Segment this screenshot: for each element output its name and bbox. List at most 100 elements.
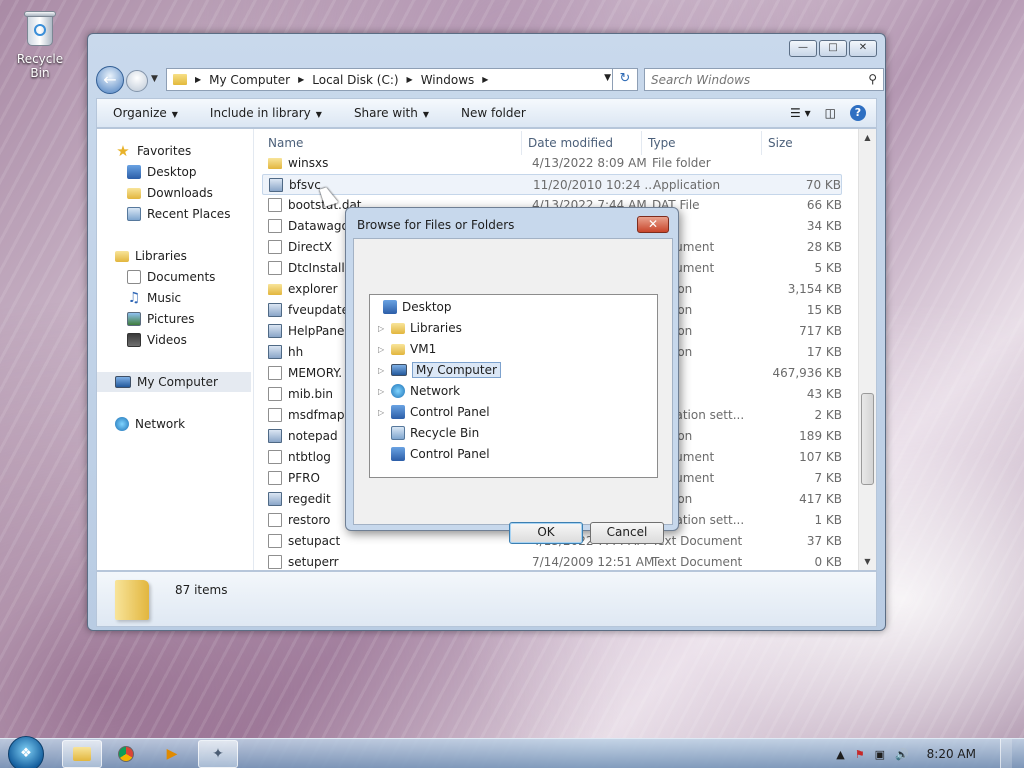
file-icon: [268, 198, 282, 212]
scroll-down-arrow-icon[interactable]: ▼: [859, 553, 876, 570]
search-icon[interactable]: ⚲: [868, 72, 877, 86]
scroll-thumb[interactable]: [861, 393, 874, 485]
nav-libraries[interactable]: Libraries: [115, 246, 187, 266]
folder-icon: [73, 747, 91, 761]
file-icon: [268, 534, 282, 548]
action-center-icon[interactable]: ⚑: [855, 748, 865, 761]
recycle-bin-desktop-icon[interactable]: Recycle Bin: [6, 6, 74, 80]
clock[interactable]: 8:20 AM: [927, 747, 976, 761]
recent-pages-dropdown[interactable]: ▼: [151, 74, 158, 84]
start-button[interactable]: ❖: [8, 736, 44, 768]
file-icon: [268, 240, 282, 254]
expand-arrow-icon[interactable]: ▷: [378, 366, 386, 375]
file-icon: [268, 450, 282, 464]
maximize-button[interactable]: □: [819, 40, 847, 57]
magic-wand-icon: ✦: [212, 746, 224, 762]
nav-videos[interactable]: Videos: [127, 330, 187, 350]
tree-item[interactable]: Recycle Bin: [378, 423, 479, 443]
chevron-right-icon[interactable]: ▶: [195, 75, 201, 84]
tree-item[interactable]: Desktop: [378, 297, 452, 317]
network-icon[interactable]: ▣: [875, 748, 885, 761]
breadcrumb-my-computer[interactable]: My Computer: [209, 73, 290, 87]
taskbar: ❖ ▶ ✦ ▲ ⚑ ▣ 🔊 8:20 AM: [0, 736, 1024, 768]
expand-arrow-icon[interactable]: ▷: [378, 324, 386, 333]
tree-item[interactable]: ▷ Libraries: [378, 318, 462, 338]
address-dropdown-icon[interactable]: ▼: [604, 73, 611, 83]
file-row[interactable]: bfsvc 11/20/2010 10:24 ... Application 70 K…: [262, 174, 842, 195]
tree-item[interactable]: ▷ Control Panel: [378, 402, 490, 422]
file-name: notepad: [288, 429, 338, 443]
column-header-name[interactable]: Name: [262, 131, 522, 155]
tree-item[interactable]: Control Panel: [378, 444, 490, 464]
recent-places-icon: [127, 207, 141, 221]
file-size: 467,936 KB: [772, 366, 842, 380]
change-view-icon[interactable]: ☰ ▾: [790, 106, 811, 120]
expand-arrow-icon[interactable]: ▷: [378, 387, 386, 396]
recycle-bin-icon: [23, 8, 57, 48]
cancel-button[interactable]: Cancel: [590, 522, 664, 544]
taskbar-explorer-button[interactable]: [62, 740, 102, 768]
preview-pane-icon[interactable]: ◫: [825, 106, 836, 120]
nav-label: Recent Places: [147, 207, 231, 221]
search-input[interactable]: [651, 72, 851, 87]
file-size: 1 KB: [814, 513, 842, 527]
file-row[interactable]: setuperr 7/14/2009 12:51 AM Text Document 0…: [262, 552, 842, 573]
breadcrumb-local-disk[interactable]: Local Disk (C:): [312, 73, 398, 87]
tree-item-icon: [391, 384, 405, 398]
dialog-close-button[interactable]: ✕: [637, 216, 669, 233]
vertical-scrollbar[interactable]: ▲ ▼: [858, 129, 876, 570]
nav-my-computer[interactable]: My Computer: [97, 372, 251, 392]
taskbar-wizard-button[interactable]: ✦: [198, 740, 238, 768]
music-icon: ♫: [127, 290, 141, 306]
taskbar-chrome-button[interactable]: [106, 740, 146, 768]
nav-network[interactable]: Network: [115, 414, 185, 434]
expand-arrow-icon[interactable]: ▷: [378, 345, 386, 354]
back-button[interactable]: ←: [96, 66, 124, 94]
address-bar[interactable]: ▶ My Computer ▶ Local Disk (C:) ▶ Window…: [166, 68, 618, 91]
show-hidden-icons-icon[interactable]: ▲: [836, 748, 844, 761]
ok-button[interactable]: OK: [509, 522, 583, 544]
tree-item-label: Network: [410, 384, 461, 398]
new-folder-button[interactable]: New folder: [445, 106, 542, 120]
scroll-up-arrow-icon[interactable]: ▲: [859, 129, 876, 146]
tree-item-label: Recycle Bin: [410, 426, 480, 440]
minimize-button[interactable]: —: [789, 40, 817, 57]
show-desktop-button[interactable]: [1000, 739, 1012, 768]
file-icon: [268, 408, 282, 422]
share-with-button[interactable]: Share with ▼: [338, 106, 445, 120]
organize-button[interactable]: Organize ▼: [97, 106, 194, 120]
forward-button[interactable]: [126, 70, 148, 92]
nav-label: Videos: [147, 333, 187, 347]
column-header-type[interactable]: Type: [642, 131, 762, 155]
breadcrumb-windows[interactable]: Windows: [421, 73, 475, 87]
tree-item[interactable]: ▷ My Computer: [378, 360, 501, 380]
refresh-button[interactable]: ↻: [612, 68, 638, 91]
tree-item[interactable]: ▷ VM1: [378, 339, 436, 359]
tree-item[interactable]: ▷ Network: [378, 381, 460, 401]
nav-downloads[interactable]: Downloads: [127, 183, 213, 203]
column-header-size[interactable]: Size: [762, 131, 842, 155]
folder-icon: [268, 158, 282, 169]
command-bar: Organize ▼ Include in library ▼ Share with…: [96, 98, 877, 128]
chevron-right-icon[interactable]: ▶: [482, 75, 488, 84]
nav-music[interactable]: ♫ Music: [127, 288, 181, 308]
include-in-library-button[interactable]: Include in library ▼: [194, 106, 338, 120]
file-row[interactable]: winsxs 4/13/2022 8:09 AM File folder: [262, 153, 842, 174]
nav-pictures[interactable]: Pictures: [127, 309, 195, 329]
nav-documents[interactable]: Documents: [127, 267, 215, 287]
close-button[interactable]: ✕: [849, 40, 877, 57]
nav-desktop[interactable]: Desktop: [127, 162, 197, 182]
file-name: setupact: [288, 534, 341, 548]
search-box[interactable]: ⚲: [644, 68, 884, 91]
chevron-right-icon[interactable]: ▶: [298, 75, 304, 84]
taskbar-media-player-button[interactable]: ▶: [152, 740, 192, 768]
nav-favorites[interactable]: ★ Favorites: [115, 141, 191, 161]
help-icon[interactable]: ?: [850, 105, 866, 121]
volume-icon[interactable]: 🔊: [895, 748, 909, 761]
nav-recent-places[interactable]: Recent Places: [127, 204, 230, 224]
chevron-right-icon[interactable]: ▶: [407, 75, 413, 84]
column-header-date[interactable]: Date modified: [522, 131, 642, 155]
expand-arrow-icon[interactable]: ▷: [378, 408, 386, 417]
dialog-title: Browse for Files or Folders: [357, 218, 515, 232]
application-icon: [268, 324, 282, 338]
